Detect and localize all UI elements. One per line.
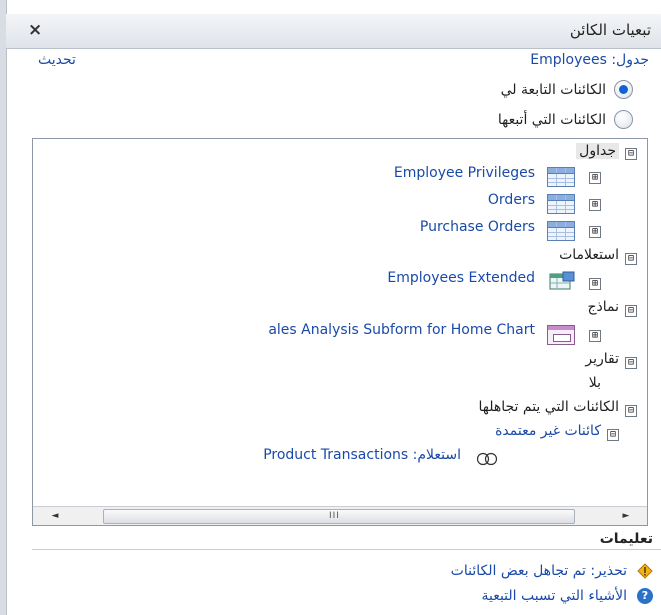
collapse-tables-icon[interactable]: ⊟: [625, 148, 637, 160]
horizontal-scrollbar[interactable]: ◄ III ►: [33, 506, 647, 525]
radio-label: الكائنات التابعة لي: [500, 81, 606, 98]
group-queries[interactable]: استعلامات: [559, 247, 619, 263]
group-tables[interactable]: جداول: [576, 143, 619, 159]
selected-table-label: جدول: Employees: [530, 52, 649, 68]
pane-title: تبعيات الكائن: [569, 21, 651, 39]
radio-button[interactable]: [614, 110, 633, 129]
expand-icon[interactable]: ⊞: [589, 226, 601, 238]
help-icon: ?: [637, 588, 653, 604]
help-text[interactable]: الأشياء التي تسبب التبعية: [481, 588, 627, 604]
scrollbar-grip-icon: III: [329, 511, 340, 521]
refresh-link[interactable]: تحديث: [38, 52, 76, 68]
expand-icon[interactable]: ⊞: [589, 199, 601, 211]
ring-icon: [476, 452, 498, 466]
tree-item-unsupported-query[interactable]: استعلام: Product Transactions: [263, 447, 461, 463]
warning-link[interactable]: تحذير: تم تجاهل بعض الكائنات: [451, 563, 653, 579]
expand-icon[interactable]: ⊞: [589, 330, 601, 342]
group-reports[interactable]: تقارير: [585, 351, 619, 367]
collapse-queries-icon[interactable]: ⊟: [625, 253, 637, 265]
radio-objects-i-depend-on[interactable]: الكائنات التي أتبعها: [498, 110, 633, 129]
radio-button-selected[interactable]: [614, 80, 633, 99]
pane-titlebar: تبعيات الكائن ×: [6, 14, 661, 49]
close-icon[interactable]: ×: [28, 20, 42, 40]
tree-item-table[interactable]: Purchase Orders: [420, 219, 535, 235]
group-ignored-objects[interactable]: الكائنات التي يتم تجاهلها: [479, 399, 620, 415]
expand-icon[interactable]: ⊞: [589, 278, 601, 290]
collapse-reports-icon[interactable]: ⊟: [625, 357, 637, 369]
group-forms[interactable]: نماذج: [587, 299, 619, 315]
warning-icon: [637, 563, 653, 579]
radio-label: الكائنات التي أتبعها: [497, 111, 606, 128]
help-section-title: تعليمات: [599, 531, 653, 547]
dependency-help-link[interactable]: ? الأشياء التي تسبب التبعية: [481, 588, 653, 604]
scroll-left-icon[interactable]: ◄: [47, 508, 63, 524]
table-icon: [547, 194, 575, 214]
scrollbar-thumb[interactable]: III: [103, 509, 575, 524]
expand-icon[interactable]: ⊞: [589, 172, 601, 184]
tree-item-table[interactable]: Employee Privileges: [394, 165, 535, 181]
pane-edge: [0, 0, 7, 615]
radio-objects-depend-on-me[interactable]: الكائنات التابعة لي: [501, 80, 633, 99]
dependency-tree: ⊟ جداول ⊞ Employee Privileges ⊞ Orders ⊞…: [32, 138, 648, 526]
table-icon: [547, 221, 575, 241]
tree-item-form[interactable]: ales Analysis Subform for Home Chart: [268, 322, 535, 338]
table-icon: [547, 167, 575, 187]
collapse-forms-icon[interactable]: ⊟: [625, 305, 637, 317]
tree-item-table[interactable]: Orders: [488, 192, 535, 208]
help-divider: [32, 549, 661, 550]
group-unsupported-objects[interactable]: كائنات غير معتمدة: [495, 423, 601, 439]
warning-text[interactable]: تحذير: تم تجاهل بعض الكائنات: [451, 563, 627, 579]
object-dependencies-pane: تبعيات الكائن × جدول: Employees تحديث ال…: [0, 0, 661, 615]
form-icon: [547, 325, 575, 345]
query-icon: [549, 271, 575, 290]
collapse-unsupported-icon[interactable]: ⊟: [607, 429, 619, 441]
scroll-right-icon[interactable]: ►: [618, 508, 634, 524]
reports-none: بلا: [588, 375, 601, 391]
tree-item-query[interactable]: Employees Extended: [387, 270, 535, 286]
collapse-ignored-icon[interactable]: ⊟: [625, 405, 637, 417]
